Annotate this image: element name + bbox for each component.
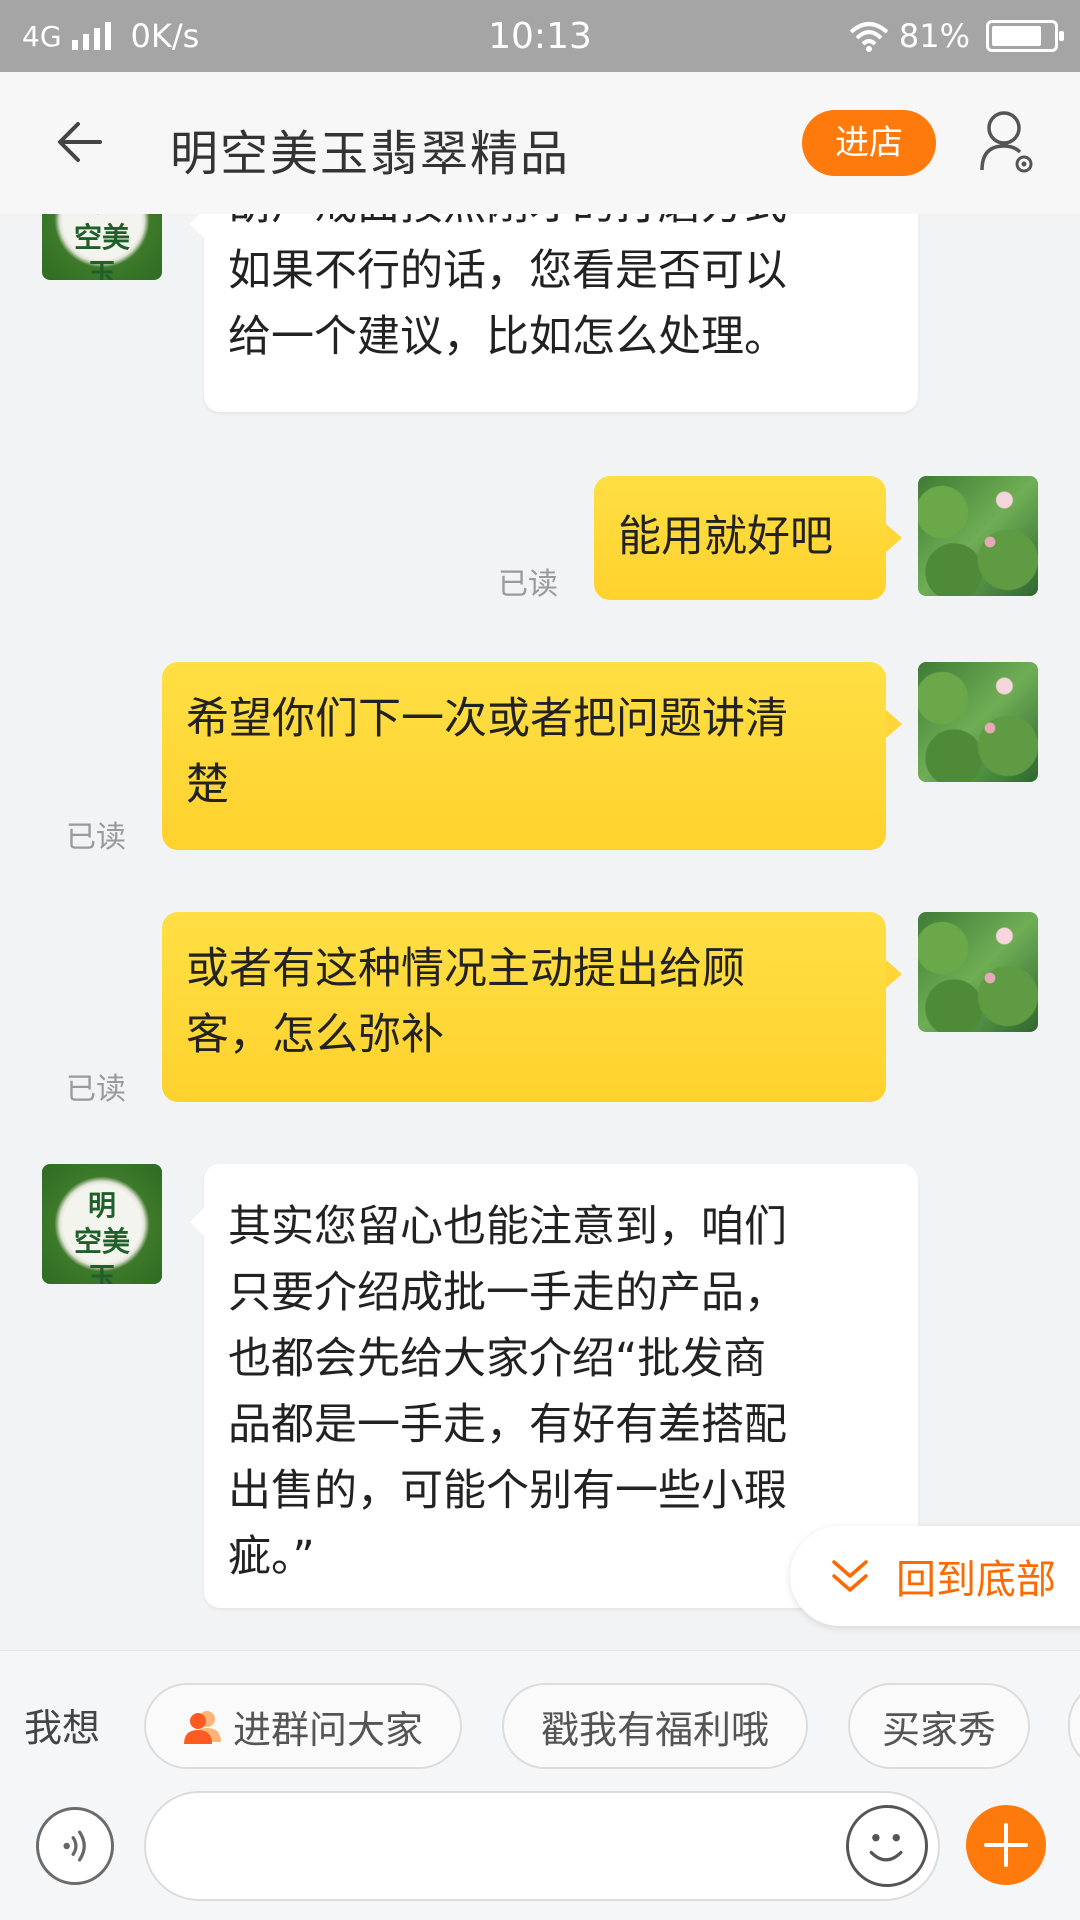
chat-header: 明空美玉翡翠精品 进店 [0,72,1080,214]
message-input[interactable] [144,1791,940,1901]
message-line: 楚 [186,760,229,810]
message-line: 希望你们下一次或者把问题讲清 [186,694,788,744]
shop-logo-char: 明 [87,1189,116,1222]
message-line: 给一个建议，比如怎么处理。 [228,312,787,362]
message-bubble-me[interactable]: 或者有这种情况主动提出给顾 客，怎么弥补 [162,912,902,1102]
battery-fill [992,26,1041,46]
chip-label: 买家秀 [881,1707,996,1752]
page-title: 明空美玉翡翠精品 [170,126,571,182]
enter-shop-button[interactable]: 进店 [802,110,936,176]
group-icon [183,1711,221,1744]
message-bubble-me[interactable]: 能用就好吧 [594,476,902,600]
message-line: 出售的，可能个别有一些小瑕 [228,1466,787,1516]
shop-logo-char: 空美 [73,221,130,254]
my-avatar[interactable] [918,476,1038,596]
quick-reply-label: 我想 [24,1706,101,1750]
shop-logo: 明 空美 玉 [60,1182,144,1284]
chip-buyer-show[interactable]: 买家秀 [848,1683,1030,1769]
message-line: 只要介绍成批一手走的产品， [228,1268,787,1318]
message-line: 或者有这种情况主动提出给顾 [186,944,745,994]
chip-benefits[interactable]: 戳我有福利哦 [502,1683,808,1769]
user-settings-icon[interactable] [978,108,1038,176]
battery-percent: 81% [898,17,970,55]
my-avatar[interactable] [918,912,1038,1032]
read-status: 已读 [498,567,558,602]
shop-logo: 明 空美 玉 [60,214,144,280]
message-line: 也都会先给大家介绍“批发商 [228,1334,767,1384]
status-bar: 4G 0K/s 10:13 81% [0,0,1080,72]
shop-avatar[interactable]: 明 空美 玉 [42,214,162,280]
plus-icon[interactable] [966,1805,1046,1885]
chip-join-group[interactable]: 进群问大家 [144,1683,462,1769]
wifi-icon [849,22,889,52]
status-right: 81% [849,17,1064,55]
message-line: 能用就好吧 [618,512,833,562]
my-avatar[interactable] [918,662,1038,782]
input-panel: 我想 进群问大家 戳我有福利哦 买家秀 [0,1650,1080,1920]
message-line: 客，怎么弥补 [186,1010,444,1060]
message-bubble-shop[interactable]: 葫芦戒面按照刚才的打磨方式 如果不行的话，您看是否可以 给一个建议，比如怎么处理… [190,214,918,412]
message-line: 葫芦戒面按照刚才的打磨方式 [228,214,894,238]
shop-logo-char: 玉 [87,257,116,280]
read-status: 已读 [66,820,126,855]
shop-avatar[interactable]: 明 空美 玉 [42,1164,162,1284]
message-line: 如果不行的话，您看是否可以 [228,246,787,296]
back-arrow-icon[interactable] [54,114,110,170]
chip-overflow[interactable] [1068,1683,1080,1769]
chip-label: 戳我有福利哦 [540,1707,769,1752]
message-bubble-me[interactable]: 希望你们下一次或者把问题讲清 楚 [162,662,902,850]
message-list[interactable]: 明 空美 玉 葫芦戒面按照刚才的打磨方式 如果不行的话，您看是否可以 给一个建议… [0,214,1080,1650]
shop-logo-char: 玉 [87,1261,116,1284]
message-line: 其实您留心也能注意到，咱们 [228,1202,787,1252]
back-to-bottom-button[interactable]: 回到底部 [790,1526,1080,1626]
shop-logo-char: 空美 [73,1225,130,1258]
message-line: 品都是一手走，有好有差搭配 [228,1400,787,1450]
back-to-bottom-label: 回到底部 [896,1557,1056,1603]
battery-icon [986,20,1064,52]
voice-icon[interactable] [36,1807,114,1885]
double-chevron-down-icon [832,1560,868,1592]
chip-label: 进群问大家 [232,1707,423,1752]
emoji-icon[interactable] [846,1805,928,1887]
read-status: 已读 [66,1072,126,1107]
